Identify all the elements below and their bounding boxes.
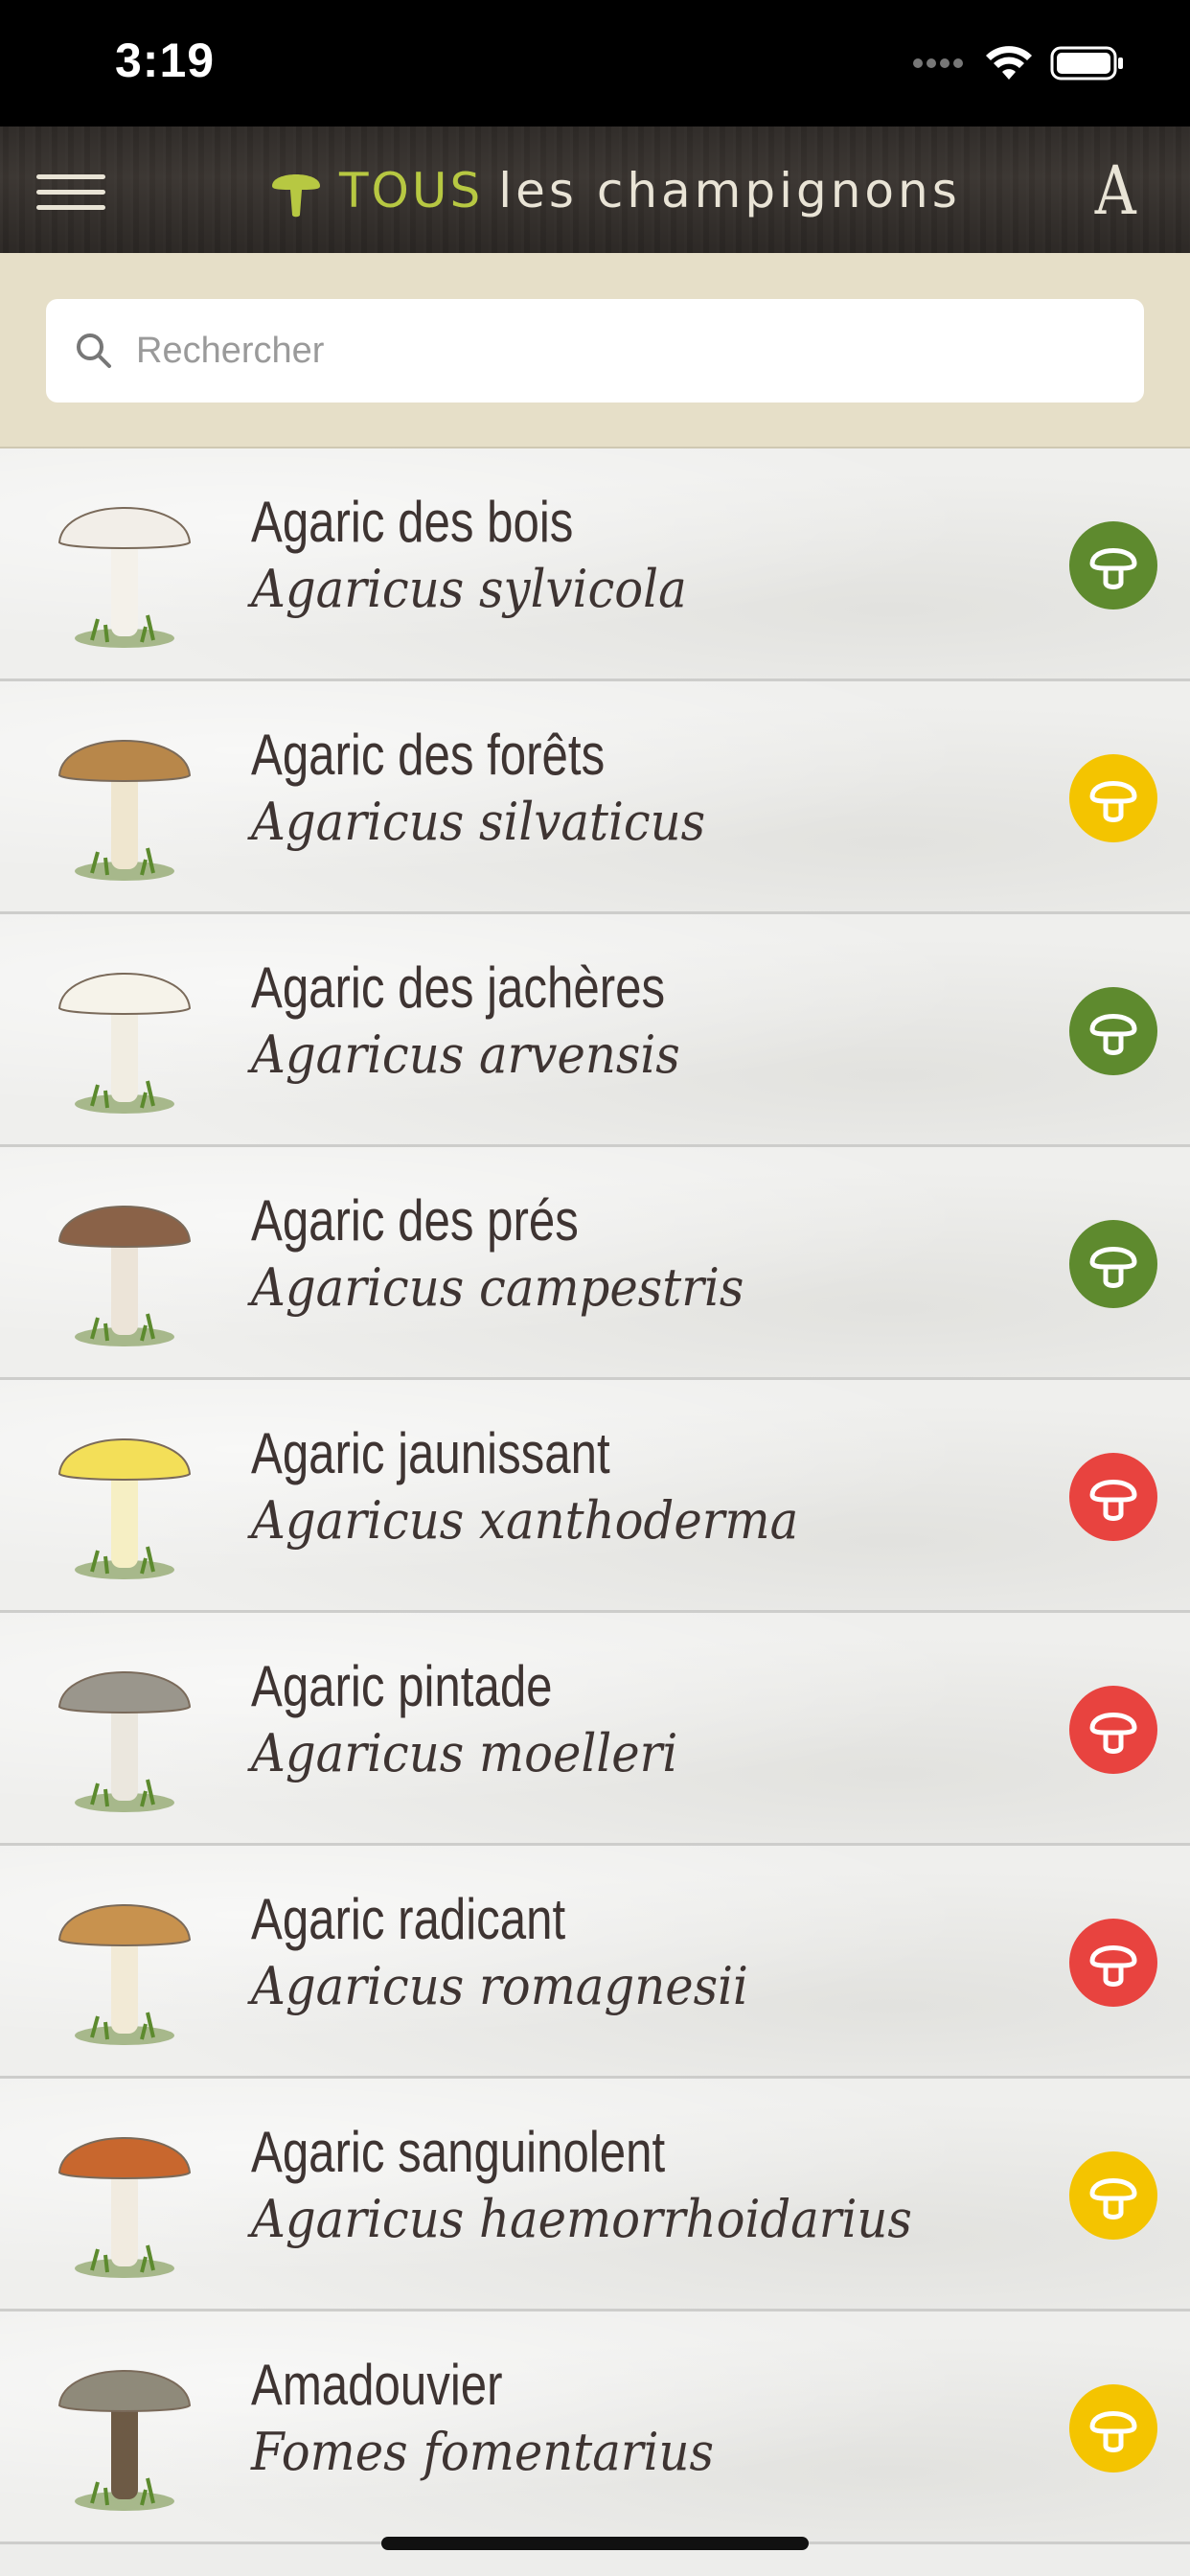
mushroom-list-item[interactable]: Amadouvier Fomes fomentarius: [0, 2312, 1190, 2544]
menu-line: [36, 205, 105, 210]
mushroom-status-icon: [1089, 2178, 1137, 2220]
mushroom-common-name: Amadouvier: [251, 2353, 503, 2417]
search-icon: [77, 334, 111, 368]
mushroom-common-name: Agaric des jachères: [251, 955, 666, 1020]
mushroom-list-item[interactable]: Agaric des bois Agaricus sylvicola: [0, 448, 1190, 681]
mushroom-latin-name: Agaricus haemorrhoidarius: [251, 2189, 912, 2249]
search-area: [0, 253, 1190, 448]
mushroom-illustration: [57, 1904, 192, 2045]
mushroom-common-name: Agaric des forêts: [251, 723, 606, 787]
wifi-icon: [986, 46, 1032, 80]
mushroom-list-item[interactable]: Agaric pintade Agaricus moelleri: [0, 1613, 1190, 1846]
mushroom-latin-name: Agaricus moelleri: [251, 1723, 678, 1783]
mushroom-illustration: [57, 2137, 192, 2278]
mushroom-status-icon: [1089, 1247, 1137, 1288]
mushroom-illustration: [57, 1438, 192, 1579]
mushroom-latin-name: Fomes fomentarius: [251, 2422, 714, 2482]
mushroom-status-icon: [1089, 1945, 1137, 1987]
mushroom-names: Agaric des forêts Agaricus silvaticus: [251, 722, 744, 856]
mushroom-common-name: Agaric des prés: [251, 1188, 579, 1253]
mushroom-list-item[interactable]: Agaric des jachères Agaricus arvensis: [0, 914, 1190, 1147]
title-text: les champignons: [498, 163, 961, 218]
mushroom-illustration: [57, 1671, 192, 1812]
mushroom-list-item[interactable]: Agaric jaunissant Agaricus xanthoderma: [0, 1380, 1190, 1613]
mushroom-latin-name: Agaricus romagnesii: [251, 1956, 748, 2016]
mushroom-common-name: Agaric jaunissant: [251, 1421, 610, 1485]
nav-bar: TOUS les champignons A: [0, 126, 1190, 253]
menu-button[interactable]: [36, 172, 105, 211]
edibility-badge: [1069, 2151, 1157, 2240]
mushroom-names: Amadouvier Fomes fomentarius: [251, 2352, 754, 2486]
mushroom-list-item[interactable]: Agaric radicant Agaricus romagnesii: [0, 1846, 1190, 2079]
mushroom-list-item[interactable]: Agaric sanguinolent Agaricus haemorrhoid…: [0, 2079, 1190, 2312]
mushroom-illustration: [57, 973, 192, 1114]
status-icons: [912, 44, 1125, 82]
mushroom-names: Agaric jaunissant Agaricus xanthoderma: [251, 1420, 846, 1554]
edibility-badge: [1069, 754, 1157, 842]
mushroom-names: Agaric pintade Agaricus moelleri: [251, 1653, 715, 1787]
mushroom-status-icon: [1089, 1014, 1137, 1055]
edibility-badge: [1069, 1220, 1157, 1308]
battery-icon: [1050, 46, 1123, 80]
mushroom-logo-icon: [272, 174, 320, 218]
edibility-badge: [1069, 521, 1157, 610]
mushroom-latin-name: Agaricus sylvicola: [251, 559, 687, 619]
edibility-badge: [1069, 987, 1157, 1075]
home-indicator: [381, 2537, 809, 2550]
search-box[interactable]: [46, 299, 1144, 402]
mushroom-common-name: Agaric sanguinolent: [251, 2120, 666, 2184]
mushroom-illustration: [57, 740, 192, 881]
mushroom-status-icon: [1089, 1713, 1137, 1754]
mushroom-common-name: Agaric pintade: [251, 1654, 553, 1718]
mushroom-list-item[interactable]: Agaric des forêts Agaricus silvaticus: [0, 681, 1190, 914]
edibility-badge: [1069, 1686, 1157, 1774]
mushroom-latin-name: Agaricus campestris: [251, 1257, 744, 1318]
font-size-button[interactable]: A: [1095, 151, 1136, 230]
mushroom-status-icon: [1089, 2411, 1137, 2452]
menu-line: [36, 174, 105, 179]
edibility-badge: [1069, 2384, 1157, 2472]
mushroom-names: Agaric des bois Agaricus sylvicola: [251, 489, 724, 623]
mushroom-names: Agaric des jachères Agaricus arvensis: [251, 954, 756, 1089]
mushroom-list: Agaric des bois Agaricus sylvicola Agari…: [0, 448, 1190, 2544]
mushroom-names: Agaric sanguinolent Agaricus haemorrhoid…: [251, 2119, 970, 2253]
mushroom-list-item[interactable]: Agaric des prés Agaricus campestris: [0, 1147, 1190, 1380]
status-time: 3:19: [115, 34, 216, 87]
menu-line: [36, 190, 105, 195]
mushroom-names: Agaric radicant Agaricus romagnesii: [251, 1886, 791, 2020]
mushroom-status-icon: [1089, 1480, 1137, 1521]
title-highlight: TOUS: [339, 163, 484, 218]
mushroom-status-icon: [1089, 548, 1137, 589]
edibility-badge: [1069, 1919, 1157, 2007]
mushroom-illustration: [57, 2370, 192, 2511]
mushroom-illustration: [57, 507, 192, 648]
page-title: TOUS les champignons: [268, 157, 961, 224]
mushroom-latin-name: Agaricus arvensis: [251, 1024, 680, 1085]
mushroom-status-icon: [1089, 781, 1137, 822]
mushroom-common-name: Agaric radicant: [251, 1887, 566, 1951]
status-bar: 3:19: [0, 0, 1190, 126]
mushroom-names: Agaric des prés Agaricus campestris: [251, 1187, 787, 1322]
mushroom-illustration: [57, 1206, 192, 1346]
search-input[interactable]: [136, 330, 998, 372]
edibility-badge: [1069, 1453, 1157, 1541]
cellular-signal-icon: [913, 58, 963, 68]
mushroom-latin-name: Agaricus silvaticus: [251, 792, 706, 852]
mushroom-common-name: Agaric des bois: [251, 490, 574, 554]
mushroom-latin-name: Agaricus xanthoderma: [251, 1490, 799, 1551]
